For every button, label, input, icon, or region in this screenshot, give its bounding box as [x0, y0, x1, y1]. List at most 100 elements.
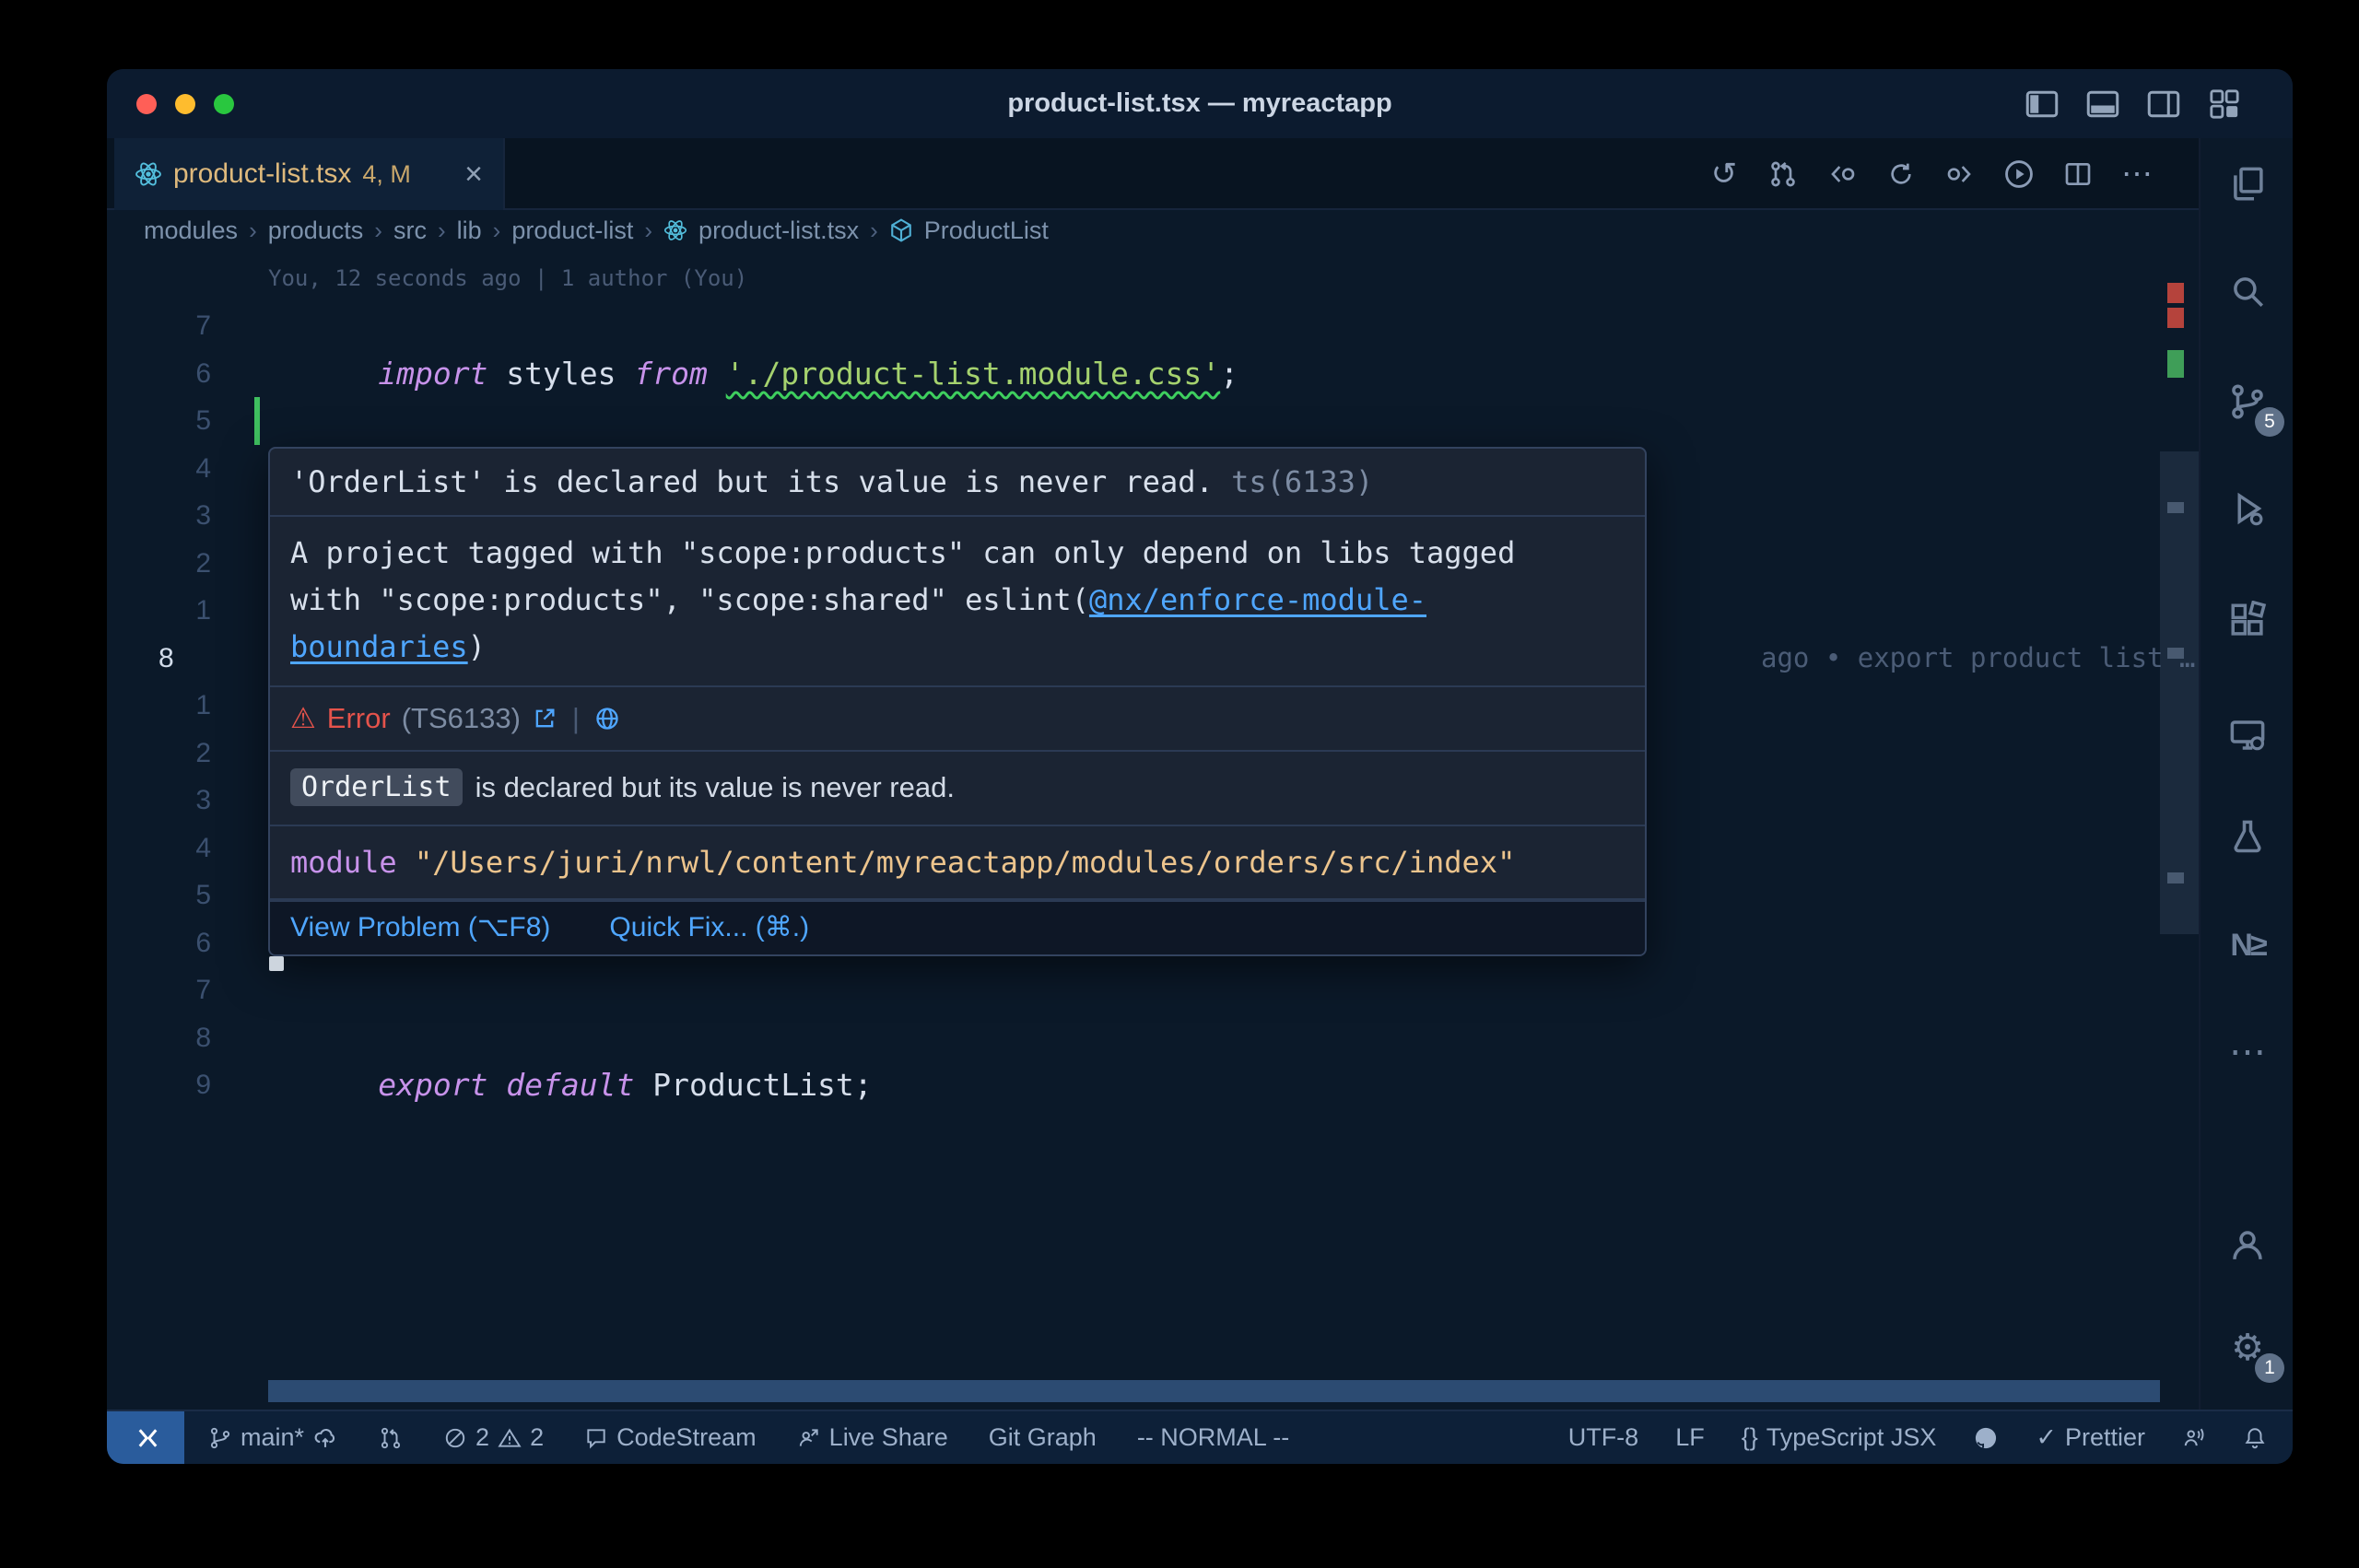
nx-console-icon[interactable]: N≥: [2218, 916, 2277, 975]
git-branch-status[interactable]: main*: [208, 1423, 338, 1452]
code-line[interactable]: import styles from './product-list.modul…: [268, 302, 1238, 350]
git-graph-status[interactable]: Git Graph: [989, 1423, 1097, 1452]
line-number[interactable]: 5: [107, 872, 211, 919]
problems-status[interactable]: 2 2: [443, 1423, 544, 1452]
vim-mode-label: -- NORMAL --: [1137, 1423, 1289, 1452]
identifier: ProductList: [652, 1067, 854, 1103]
tab-modified-badge: 4, M: [362, 160, 411, 189]
external-link-icon[interactable]: [532, 706, 557, 731]
previous-change-icon[interactable]: [1819, 151, 1865, 197]
run-debug-icon[interactable]: [2218, 479, 2277, 538]
tab-close-button[interactable]: ×: [464, 158, 483, 190]
line-number[interactable]: 6: [107, 919, 211, 967]
vertical-scrollbar[interactable]: [2160, 451, 2199, 934]
chevron-right-icon: ›: [374, 216, 382, 245]
line-number[interactable]: 6: [107, 350, 211, 398]
remote-explorer-icon[interactable]: [2218, 706, 2277, 765]
line-number[interactable]: 3: [107, 492, 211, 540]
quick-fix-button[interactable]: Quick Fix... (⌘.): [609, 911, 809, 943]
next-change-icon[interactable]: [1937, 151, 1983, 197]
tooltip-ts-message: 'OrderList' is declared but its value is…: [270, 449, 1645, 517]
breadcrumb-item[interactable]: ProductList: [924, 216, 1049, 245]
line-number[interactable]: 5: [107, 397, 211, 445]
line-number[interactable]: 1: [107, 682, 211, 730]
live-share-status[interactable]: Live Share: [797, 1423, 948, 1452]
identifier: styles: [506, 356, 634, 392]
codestream-status[interactable]: CodeStream: [584, 1423, 757, 1452]
line-number[interactable]: 8: [107, 1014, 211, 1062]
testing-icon[interactable]: [2218, 808, 2277, 867]
encoding-status[interactable]: UTF-8: [1568, 1423, 1639, 1452]
code-line[interactable]: export default ProductList;: [268, 1013, 873, 1061]
line-number[interactable]: 2: [107, 730, 211, 778]
split-editor-icon[interactable]: [2055, 151, 2101, 197]
source-control-badge: 5: [2255, 407, 2284, 437]
extensions-icon[interactable]: [2218, 591, 2277, 649]
search-icon[interactable]: [2218, 262, 2277, 321]
line-number[interactable]: 3: [107, 777, 211, 825]
compare-branches-icon: [379, 1426, 403, 1450]
breadcrumb-item[interactable]: lib: [457, 216, 482, 245]
code-line[interactable]: import { OrderList } from '@myreactapp/m…: [268, 397, 1385, 445]
customize-layout-icon[interactable]: [2206, 86, 2243, 123]
github-status[interactable]: [1973, 1425, 1999, 1451]
prettier-status[interactable]: ✓ Prettier: [2036, 1423, 2145, 1452]
branch-name: main*: [241, 1423, 304, 1452]
feedback-status[interactable]: [2182, 1426, 2206, 1450]
notifications-status[interactable]: [2243, 1426, 2267, 1450]
overview-mark: [2167, 648, 2184, 659]
breadcrumb-item[interactable]: products: [268, 216, 364, 245]
pull-request-icon[interactable]: [1760, 151, 1806, 197]
toggle-panel-icon[interactable]: [2084, 86, 2121, 123]
live-share-icon: [797, 1426, 821, 1450]
breadcrumb-item[interactable]: product-list.tsx: [698, 216, 859, 245]
line-number[interactable]: 7: [107, 302, 211, 350]
git-compare-status[interactable]: [379, 1426, 403, 1450]
revert-file-icon[interactable]: [1878, 151, 1924, 197]
account-icon[interactable]: [2218, 1216, 2277, 1275]
globe-icon[interactable]: [594, 706, 620, 731]
line-number[interactable]: 9: [107, 1061, 211, 1109]
status-bar: main* 2 2: [107, 1410, 2293, 1464]
current-line-number[interactable]: 8: [107, 635, 211, 683]
keyword: module: [290, 845, 415, 880]
keyword: default: [506, 1067, 652, 1103]
vim-mode-status[interactable]: -- NORMAL --: [1137, 1423, 1289, 1452]
line-number[interactable]: 7: [107, 966, 211, 1014]
overview-change-mark: [2167, 350, 2184, 378]
feedback-icon: [2182, 1426, 2206, 1450]
punctuation: ;: [1220, 356, 1238, 392]
language-mode-status[interactable]: {} TypeScript JSX: [1742, 1423, 1937, 1452]
breadcrumb-item[interactable]: product-list: [511, 216, 633, 245]
tooltip-resize-handle[interactable]: [269, 956, 284, 971]
timeline-icon[interactable]: ↺: [1701, 151, 1747, 197]
toggle-secondary-sidebar-icon[interactable]: [2145, 86, 2182, 123]
vscode-window: product-list.tsx — myreactapp product-li…: [107, 69, 2293, 1464]
more-actions-icon[interactable]: ⋯: [2114, 151, 2160, 197]
line-number[interactable]: 4: [107, 825, 211, 872]
toggle-primary-sidebar-icon[interactable]: [2024, 86, 2060, 123]
view-problem-button[interactable]: View Problem (⌥F8): [290, 911, 550, 943]
tooltip-detail: OrderList is declared but its value is n…: [270, 752, 1645, 826]
additional-views-icon[interactable]: ⋯: [2218, 1023, 2277, 1082]
line-number[interactable]: 1: [107, 587, 211, 635]
codestream-icon: [584, 1426, 608, 1450]
publish-cloud-icon: [312, 1425, 338, 1451]
breadcrumb-item[interactable]: src: [393, 216, 427, 245]
overview-error-mark: [2167, 308, 2184, 328]
remote-indicator[interactable]: [107, 1411, 184, 1464]
run-code-icon[interactable]: [1996, 151, 2042, 197]
explorer-icon[interactable]: [2218, 155, 2277, 214]
tab-bar: product-list.tsx 4, M × ↺ ⋯: [107, 138, 2199, 210]
breadcrumb-item[interactable]: modules: [144, 216, 238, 245]
line-number[interactable]: 4: [107, 445, 211, 493]
source-control-icon[interactable]: 5: [2218, 372, 2277, 431]
line-number[interactable]: 2: [107, 540, 211, 588]
eol-status[interactable]: LF: [1675, 1423, 1705, 1452]
horizontal-scrollbar[interactable]: [268, 1380, 2160, 1402]
tab-product-list[interactable]: product-list.tsx 4, M ×: [114, 138, 505, 210]
settings-gear-icon[interactable]: ⚙ 1: [2218, 1318, 2277, 1377]
line-number-gutter[interactable]: 7 6 5 4 3 2 1 8 1 2 3 4 5 6 7 8 9: [107, 302, 211, 1109]
chevron-right-icon: ›: [644, 216, 652, 245]
breadcrumb: modules › products › src › lib › product…: [144, 210, 1049, 251]
